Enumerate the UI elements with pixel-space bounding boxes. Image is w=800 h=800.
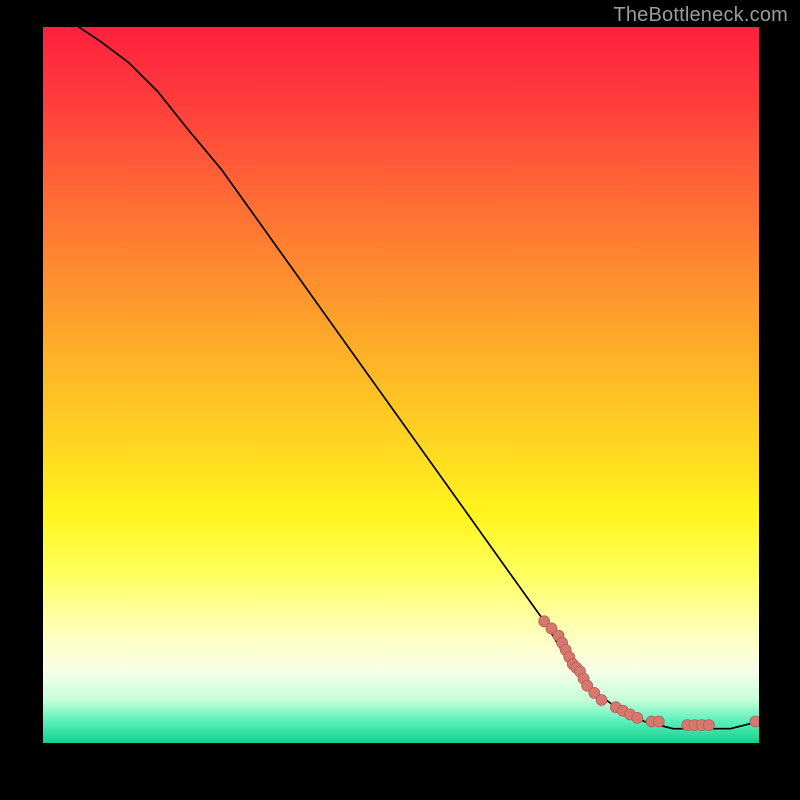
data-point [632, 712, 643, 723]
chart-points-layer [43, 27, 759, 743]
chart-plot-area [43, 27, 759, 743]
data-point [750, 716, 759, 727]
watermark-text: TheBottleneck.com [613, 4, 788, 27]
data-point [596, 695, 607, 706]
data-point [653, 716, 664, 727]
data-point [703, 720, 714, 731]
